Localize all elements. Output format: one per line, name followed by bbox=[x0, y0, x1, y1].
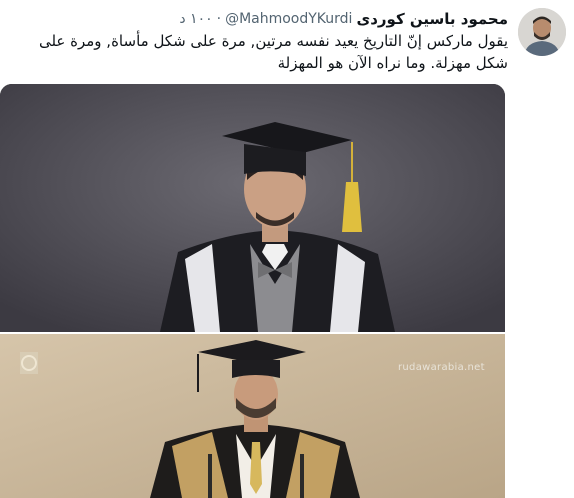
tweet-header: محمود باسين كوردى @MahmoodYKurdi · ١٠٠ د bbox=[179, 8, 508, 30]
user-handle[interactable]: @MahmoodYKurdi bbox=[225, 11, 352, 27]
tweet-text: يقول ماركس إنّ التاريخ يعيد نفسه مرتين, … bbox=[38, 32, 508, 72]
tweet[interactable]: محمود باسين كوردى @MahmoodYKurdi · ١٠٠ د… bbox=[0, 0, 574, 498]
display-name[interactable]: محمود باسين كوردى bbox=[356, 10, 508, 28]
avatar[interactable] bbox=[518, 8, 566, 56]
tweet-timestamp[interactable]: ١٠٠ د bbox=[179, 11, 212, 27]
separator-dot: · bbox=[216, 11, 222, 27]
graduation-photo-top[interactable] bbox=[0, 84, 505, 332]
graduation-photo-bottom[interactable] bbox=[0, 334, 505, 498]
media-watermark: rudawarabia.net bbox=[398, 362, 485, 373]
tweet-media[interactable]: rudawarabia.net bbox=[0, 84, 505, 498]
avatar-image bbox=[518, 8, 566, 56]
